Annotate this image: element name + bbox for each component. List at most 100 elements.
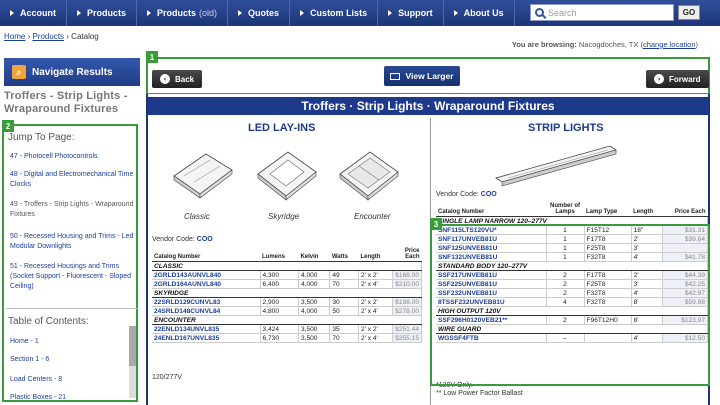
table-cell: 2' x 4' <box>358 333 394 343</box>
caret-right-icon <box>147 10 152 16</box>
table-cell: 2' x 2' <box>358 324 394 334</box>
annotation-tag-2: 2 <box>2 120 14 132</box>
table-row: 2GRLD143AUNVL840 4,300 4,000 49 2' x 2' $168.… <box>152 270 422 280</box>
table-cell: 3,500 <box>298 324 331 334</box>
table-cell: 2' x 2' <box>358 270 394 280</box>
catalog-number-link[interactable]: 24SRLD148CUNVL84 <box>152 306 261 316</box>
back-button[interactable]: ‹ Back <box>152 70 203 88</box>
nav-custom-lists[interactable]: Custom Lists <box>290 0 379 26</box>
nav-support[interactable]: Support <box>378 0 444 26</box>
table-cell: 6,730 <box>260 333 299 343</box>
strip-lights-title: STRIP LIGHTS <box>528 122 604 134</box>
catalog-number-link[interactable]: 2GRLD164AUNVL840 <box>152 279 261 289</box>
col-catalog-number: Catalog Number <box>152 247 260 262</box>
go-button[interactable]: GO <box>678 5 700 20</box>
nav-about-us[interactable]: About Us <box>444 0 515 26</box>
annotation-box-3 <box>430 224 710 386</box>
jump-link-47[interactable]: 47 - Photocell Photocontrols <box>10 152 136 162</box>
browsing-location: You are browsing: Nacogdoches, TX (chang… <box>511 40 698 49</box>
toc-link-home[interactable]: Home - 1 <box>10 338 39 345</box>
led-vendor-code: Vendor Code: COO <box>152 236 213 243</box>
category-title: Troffers - Strip Lights - Wraparound Fix… <box>4 90 128 115</box>
table-row: 2GRLD164AUNVL840 6,400 4,000 70 2' x 4' $210.… <box>152 279 422 289</box>
annotation-tag-3: 3 <box>430 218 442 230</box>
search-icon <box>535 8 544 17</box>
caret-right-icon <box>453 10 458 16</box>
table-cell: 6,400 <box>260 279 299 289</box>
breadcrumb: Home › Products › Catalog <box>4 32 99 41</box>
col-lamp-type: Lamp Type <box>584 202 632 217</box>
led-voltage-note: 120/277V <box>152 374 182 381</box>
table-cell: 50 <box>329 306 359 316</box>
nav-products[interactable]: Products <box>67 0 138 26</box>
nav-quotes[interactable]: Quotes <box>228 0 291 26</box>
jump-link-49[interactable]: 49 - Troffers - Strip Lights - Wraparoun… <box>10 200 136 220</box>
jump-link-48[interactable]: 48 - Digital and Electromechanical Time … <box>10 170 136 190</box>
breadcrumb-current: Catalog <box>71 32 99 41</box>
caret-right-icon <box>77 10 81 16</box>
jump-to-page-title: Jump To Page: <box>8 132 75 143</box>
jump-link-50[interactable]: 50 - Recessed Housing and Trims - Led Mo… <box>10 232 136 252</box>
col-length: Length <box>358 247 393 262</box>
col-catalog-number: Catalog Number <box>436 202 546 217</box>
table-cell: 4,000 <box>298 306 331 316</box>
fixture-classic-label: Classic <box>184 212 210 221</box>
col-lumens: Lumens <box>260 247 299 262</box>
annotation-tag-1: 1 <box>146 51 158 63</box>
table-cell: 2' x 4' <box>358 306 394 316</box>
toc-link-plastic-boxes[interactable]: Plastic Boxes - 21 <box>10 394 66 401</box>
col-kelvin: Kelvin <box>298 247 330 262</box>
forward-button[interactable]: › Forward <box>646 70 709 88</box>
col-watts: Watts <box>329 247 359 262</box>
change-location-link[interactable]: change location <box>643 40 696 49</box>
search-input[interactable] <box>548 7 668 18</box>
catalog-number-link[interactable]: 2GRLD143AUNVL840 <box>152 270 261 280</box>
table-row: 22ENLD134UNVL835 3,424 3,500 35 2' x 2' $251.… <box>152 324 422 334</box>
price-cell: $210.00 <box>392 279 422 289</box>
catalog-number-link[interactable]: 22ENLD134UNVL835 <box>152 324 261 334</box>
strip-vendor-code: Vendor Code: COO <box>436 191 497 198</box>
table-cell: 70 <box>329 279 359 289</box>
breadcrumb-products[interactable]: Products <box>32 32 64 41</box>
caret-right-icon <box>238 10 243 16</box>
fixture-skyridge-image <box>257 151 317 201</box>
catalog-number-link[interactable]: 24ENLD167UNVL835 <box>152 333 261 343</box>
toc-link-load-centers[interactable]: Load Centers - 8 <box>10 376 62 383</box>
col-price-each: Price Each <box>392 247 422 262</box>
col-number-of-lamps: Number of Lamps <box>546 202 584 217</box>
sidebar-scrollbar[interactable] <box>129 326 136 398</box>
strip-light-image <box>495 145 617 187</box>
navigate-results-header: ⌕ Navigate Results <box>4 58 140 86</box>
monitor-icon <box>390 72 401 80</box>
fixture-classic-image <box>173 153 233 199</box>
caret-right-icon <box>388 10 393 16</box>
toc-title: Table of Contents: <box>8 316 89 327</box>
caret-right-icon <box>300 10 305 16</box>
caret-right-icon <box>10 10 14 16</box>
fixture-encounter-image <box>339 151 399 201</box>
catalog-number-link[interactable]: 22SRLD129CUNVL83 <box>152 297 261 307</box>
arrow-left-icon: ‹ <box>160 74 170 84</box>
jump-link-51[interactable]: 51 - Recessed Housings and Trims (Socket… <box>10 262 136 292</box>
fixture-encounter-label: Encounter <box>354 212 391 221</box>
breadcrumb-home[interactable]: Home <box>4 32 25 41</box>
price-cell: $255.15 <box>392 333 422 343</box>
col-price-each: Price Each <box>662 202 708 217</box>
table-cell: 49 <box>329 270 359 280</box>
price-cell: $251.44 <box>392 324 422 334</box>
table-cell: 3,424 <box>260 324 299 334</box>
table-row: 22SRLD129CUNVL83 2,900 3,500 30 2' x 2' $198.… <box>152 297 422 307</box>
table-cell: 2' x 4' <box>358 279 394 289</box>
toc-link-section-1[interactable]: Section 1 - 6 <box>10 356 49 363</box>
table-cell: 4,000 <box>298 270 331 280</box>
arrow-right-icon: › <box>654 74 664 84</box>
table-cell: 3,500 <box>298 333 331 343</box>
table-group-row: CLASSIC <box>152 261 422 271</box>
view-larger-button[interactable]: View Larger <box>384 66 460 86</box>
nav-products-old[interactable]: Products (old) <box>137 0 229 26</box>
table-row: 24SRLD148CUNVL84 4,800 4,000 50 2' x 4' $278.… <box>152 306 422 316</box>
nav-account[interactable]: Account <box>0 0 67 26</box>
scroll-thumb[interactable] <box>129 326 136 366</box>
table-cell: 70 <box>329 333 359 343</box>
magnifier-icon: ⌕ <box>12 65 26 79</box>
